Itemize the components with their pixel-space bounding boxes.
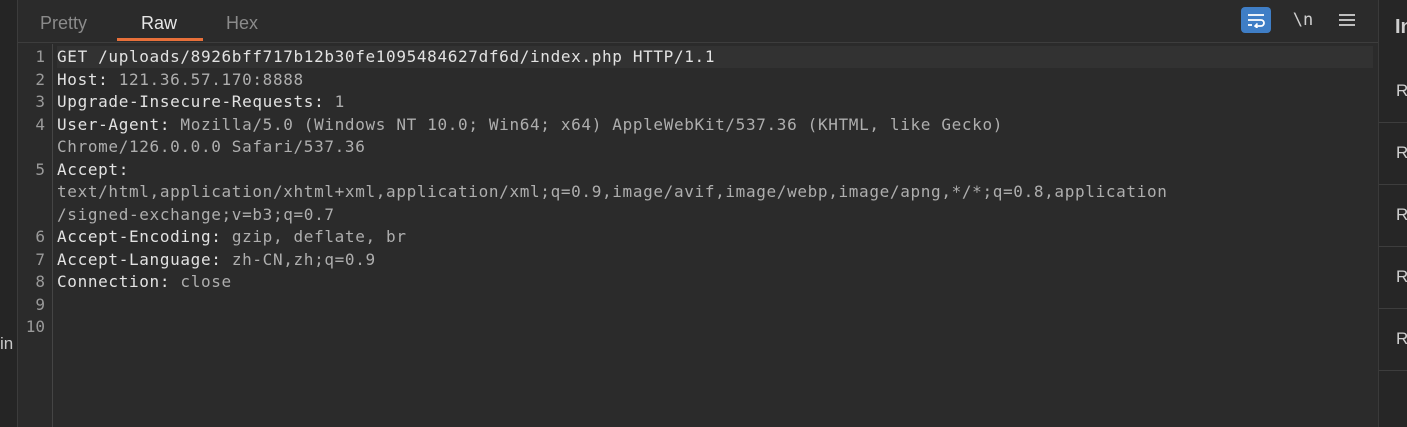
line-number: 5: [35, 160, 45, 179]
header-key-accept: Accept:: [57, 160, 129, 179]
inspector-row[interactable]: R: [1379, 61, 1407, 123]
inspector-row-label: R: [1396, 143, 1407, 162]
header-key: Upgrade-Insecure-Requests:: [57, 92, 325, 111]
line-number: 1: [35, 47, 45, 66]
tab-hex[interactable]: Hex: [226, 0, 258, 40]
tab-raw[interactable]: Raw: [141, 0, 177, 40]
header-value: zh-CN,zh;q=0.9: [221, 250, 376, 269]
header-line-host: Host: 121.36.57.170:8888: [57, 69, 1373, 91]
header-value-accept: text/html,application/xhtml+xml,applicat…: [57, 182, 1168, 201]
header-line-upgrade-insecure-requests: Upgrade-Insecure-Requests: 1: [57, 91, 1373, 113]
inspector-row-label: R: [1396, 205, 1407, 224]
header-key: Host:: [57, 70, 109, 89]
line-number: 7: [35, 250, 45, 269]
header-key: Connection:: [57, 272, 171, 291]
header-value: close: [170, 272, 232, 291]
wrap-lines-button[interactable]: [1241, 7, 1271, 33]
show-newlines-button[interactable]: \n: [1290, 7, 1316, 33]
hamburger-menu-icon: [1339, 14, 1355, 26]
inspector-header: In: [1395, 16, 1407, 38]
left-panel-clipped-text: in: [0, 334, 14, 353]
inspector-row[interactable]: R: [1379, 123, 1407, 185]
line-number: 6: [35, 227, 45, 246]
header-value-continuation: Chrome/126.0.0.0 Safari/537.36: [57, 137, 366, 156]
line-number: 10: [25, 317, 45, 336]
wrap-lines-icon: [1248, 14, 1265, 28]
header-key: User-Agent:: [57, 115, 171, 134]
header-value: 121.36.57.170:8888: [108, 70, 304, 89]
inspector-row[interactable]: R: [1379, 185, 1407, 247]
tab-pretty[interactable]: Pretty: [40, 0, 87, 40]
header-key: Accept-Language:: [57, 250, 222, 269]
active-tab-underline: [117, 38, 203, 41]
request-editor: Pretty Raw Hex \n 1 2 3 4 5 6 7 8 9 10 G…: [18, 0, 1378, 427]
inspector-row-label: R: [1396, 267, 1407, 286]
line-number: 3: [35, 92, 45, 111]
line-number: 2: [35, 70, 45, 89]
header-line-connection: Connection: close: [57, 271, 1373, 293]
editor-menu-button[interactable]: [1336, 7, 1358, 33]
header-value: Mozilla/5.0 (Windows NT 10.0; Win64; x64…: [170, 115, 1004, 134]
inspector-row-label: R: [1396, 329, 1407, 348]
header-value-continuation: /signed-exchange;v=b3;q=0.7: [57, 205, 335, 224]
inspector-row-label: R: [1396, 81, 1407, 100]
header-key: Accept-Encoding:: [57, 227, 222, 246]
header-line-user-agent: User-Agent: Mozilla/5.0 (Windows NT 10.0…: [57, 114, 1373, 136]
request-line: GET /uploads/8926bff717b12b30fe109548462…: [57, 46, 1373, 68]
line-number: 4: [35, 115, 45, 134]
inspector-panel-edge: In R R R R R: [1378, 0, 1407, 427]
view-tab-bar: Pretty Raw Hex \n: [18, 0, 1378, 43]
line-number: 8: [35, 272, 45, 291]
header-line-accept-language: Accept-Language: zh-CN,zh;q=0.9: [57, 249, 1373, 271]
inspector-row[interactable]: R: [1379, 309, 1407, 371]
header-value: 1: [324, 92, 345, 111]
request-text-area[interactable]: GET /uploads/8926bff717b12b30fe109548462…: [53, 44, 1373, 427]
line-number-gutter: 1 2 3 4 5 6 7 8 9 10: [18, 44, 53, 427]
inspector-row[interactable]: R: [1379, 247, 1407, 309]
left-panel-edge: in: [0, 0, 18, 427]
header-value: gzip, deflate, br: [221, 227, 407, 246]
header-line-accept-encoding: Accept-Encoding: gzip, deflate, br: [57, 226, 1373, 248]
line-number: 9: [35, 295, 45, 314]
